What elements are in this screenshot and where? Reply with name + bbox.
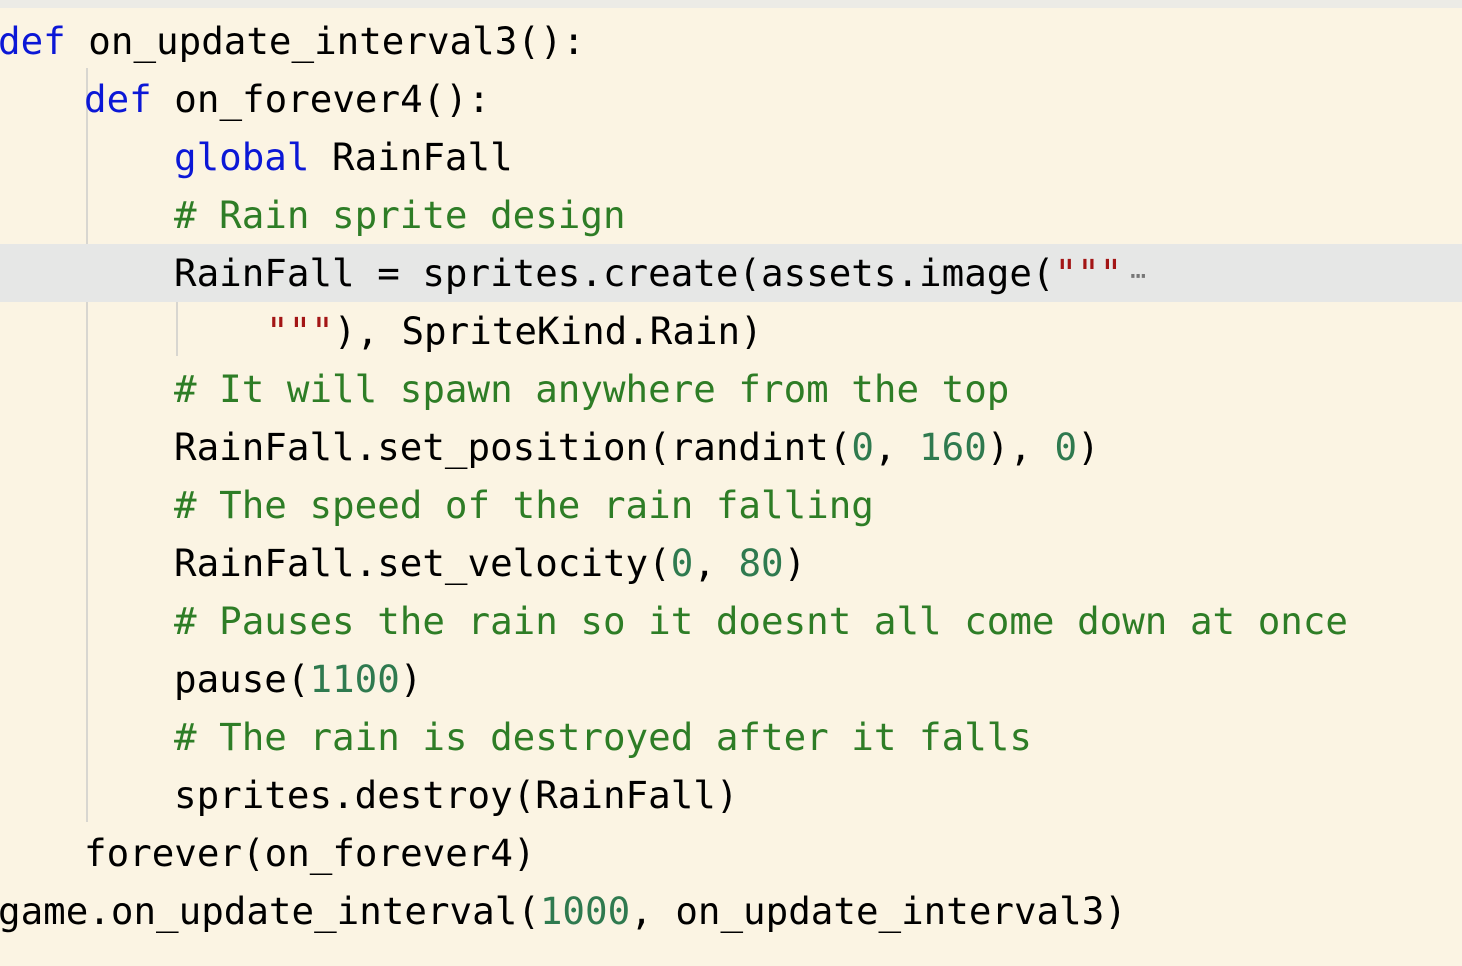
code-token: ) bbox=[783, 541, 807, 585]
code-token: RainFall.set_position(randint( bbox=[174, 425, 852, 469]
code-line[interactable]: # The rain is destroyed after it falls bbox=[0, 708, 1462, 766]
code-token: ) bbox=[399, 657, 423, 701]
code-line-content: """), SpriteKind.Rain) bbox=[266, 302, 763, 360]
code-line[interactable]: game.on_update_interval(1000, on_update_… bbox=[0, 882, 1462, 940]
code-line-content: forever(on_forever4) bbox=[84, 824, 536, 882]
code-line-content: # The rain is destroyed after it falls bbox=[174, 708, 1032, 766]
code-token: on_forever4(): bbox=[151, 77, 491, 121]
code-token: sprites.destroy(RainFall) bbox=[174, 773, 739, 817]
code-line[interactable]: RainFall.set_position(randint(0, 160), 0… bbox=[0, 418, 1462, 476]
code-line[interactable]: # The speed of the rain falling bbox=[0, 476, 1462, 534]
code-line-content: RainFall.set_velocity(0, 80) bbox=[174, 534, 806, 592]
code-line-content: game.on_update_interval(1000, on_update_… bbox=[0, 882, 1127, 940]
code-token: # It will spawn anywhere from the top bbox=[174, 367, 1010, 411]
code-line[interactable]: global RainFall bbox=[0, 128, 1462, 186]
code-line[interactable]: def on_forever4(): bbox=[0, 70, 1462, 128]
code-token: ), SpriteKind.Rain) bbox=[333, 309, 763, 353]
code-line-content: RainFall = sprites.create(assets.image("… bbox=[174, 244, 1146, 305]
code-line[interactable]: # Pauses the rain so it doesnt all come … bbox=[0, 592, 1462, 650]
code-token: game.on_update_interval( bbox=[0, 889, 540, 933]
code-line[interactable]: # Rain sprite design bbox=[0, 186, 1462, 244]
code-token: forever(on_forever4) bbox=[84, 831, 536, 875]
code-token: 160 bbox=[919, 425, 987, 469]
code-token: # The rain is destroyed after it falls bbox=[174, 715, 1032, 759]
code-token: 1100 bbox=[309, 657, 400, 701]
code-line-content: pause(1100) bbox=[174, 650, 422, 708]
code-token: # Pauses the rain so it doesnt all come … bbox=[174, 599, 1348, 643]
code-token: 0 bbox=[1054, 425, 1078, 469]
code-token: , on_update_interval3) bbox=[630, 889, 1127, 933]
code-line-content: global RainFall bbox=[174, 128, 513, 186]
code-line[interactable]: # It will spawn anywhere from the top bbox=[0, 360, 1462, 418]
code-line-content: # The speed of the rain falling bbox=[174, 476, 874, 534]
code-token: ), bbox=[986, 425, 1055, 469]
code-token: def bbox=[0, 19, 66, 63]
code-line[interactable]: def on_update_interval3(): bbox=[0, 12, 1462, 70]
code-line-content: # It will spawn anywhere from the top bbox=[174, 360, 1009, 418]
code-token: """ bbox=[1054, 251, 1123, 295]
code-line-content: def on_update_interval3(): bbox=[0, 12, 585, 70]
code-token: ) bbox=[1077, 425, 1100, 469]
code-token: RainFall bbox=[309, 135, 513, 179]
code-line-content: def on_forever4(): bbox=[84, 70, 490, 128]
code-token: 1000 bbox=[539, 889, 631, 933]
code-token: 0 bbox=[851, 425, 874, 469]
code-token: def bbox=[84, 77, 152, 121]
code-token: global bbox=[174, 135, 310, 179]
code-line-content: # Pauses the rain so it doesnt all come … bbox=[174, 592, 1348, 650]
code-line[interactable]: """), SpriteKind.Rain) bbox=[0, 302, 1462, 360]
code-line[interactable]: RainFall = sprites.create(assets.image("… bbox=[0, 244, 1462, 302]
code-token: , bbox=[693, 541, 739, 585]
code-line[interactable]: pause(1100) bbox=[0, 650, 1462, 708]
code-line-content: RainFall.set_position(randint(0, 160), 0… bbox=[174, 418, 1100, 476]
code-line[interactable]: forever(on_forever4) bbox=[0, 824, 1462, 882]
code-token: 0 bbox=[670, 541, 694, 585]
code-token: 80 bbox=[738, 541, 784, 585]
code-token: RainFall = sprites.create(assets.image( bbox=[174, 251, 1055, 295]
code-line[interactable]: RainFall.set_velocity(0, 80) bbox=[0, 534, 1462, 592]
code-token: RainFall.set_velocity( bbox=[174, 541, 671, 585]
code-token: pause( bbox=[174, 657, 310, 701]
code-token: # The speed of the rain falling bbox=[174, 483, 874, 527]
code-token: # Rain sprite design bbox=[174, 193, 626, 237]
code-line-content: # Rain sprite design bbox=[174, 186, 626, 244]
code-token: """ bbox=[266, 309, 334, 353]
editor-top-border bbox=[0, 0, 1462, 8]
code-line[interactable]: sprites.destroy(RainFall) bbox=[0, 766, 1462, 824]
code-line-content: sprites.destroy(RainFall) bbox=[174, 766, 738, 824]
code-token: , bbox=[873, 425, 920, 469]
fold-ellipsis-icon[interactable]: ⋯ bbox=[1130, 261, 1146, 291]
code-editor[interactable]: def on_update_interval3(): def on_forever… bbox=[0, 0, 1462, 966]
code-token: on_update_interval3(): bbox=[65, 19, 586, 63]
